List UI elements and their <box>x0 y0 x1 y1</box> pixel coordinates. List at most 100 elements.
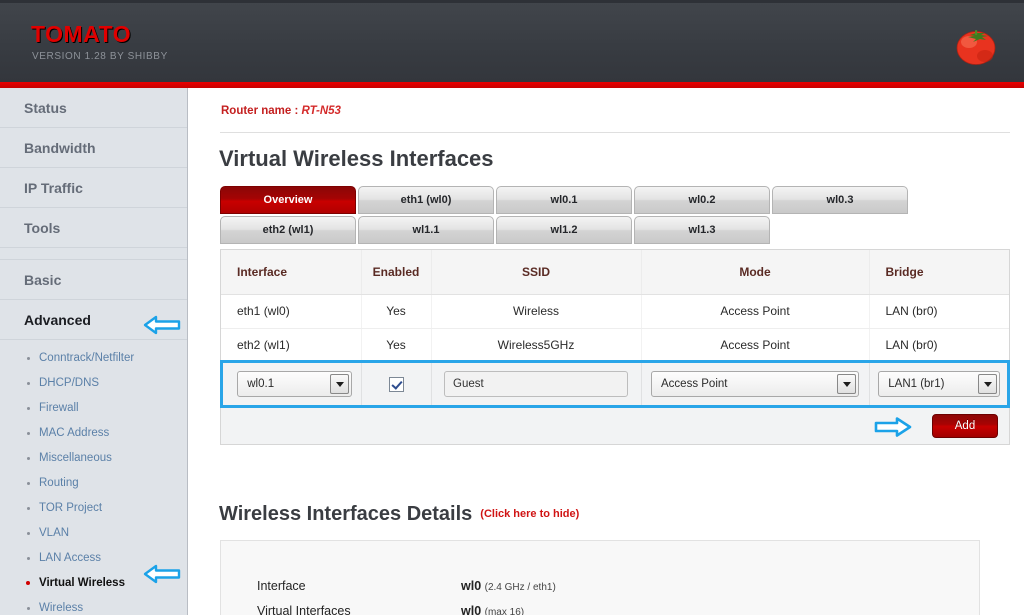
sidebar-item-firewall[interactable]: Firewall <box>0 396 187 421</box>
sidebar-item-label: Virtual Wireless <box>39 577 125 589</box>
left-arrow-icon-advanced <box>143 315 181 335</box>
tab-eth1-wl0[interactable]: eth1 (wl0) <box>358 186 494 214</box>
tab-wl0-2[interactable]: wl0.2 <box>634 186 770 214</box>
bridge-select[interactable]: LAN1 (br1) <box>878 371 1001 398</box>
column-header-ssid: SSID <box>431 250 642 295</box>
detail-value-note: (2.4 GHz / eth1) <box>484 582 556 593</box>
cell-interface-select: wl0.1 <box>221 362 362 406</box>
tab-label: wl0.3 <box>826 194 854 206</box>
mode-select-value: Access Point <box>661 378 728 391</box>
bullet-icon <box>27 557 30 560</box>
chevron-down-icon[interactable] <box>330 374 350 395</box>
bullet-icon <box>27 357 30 360</box>
tab-wl1-1[interactable]: wl1.1 <box>358 216 494 244</box>
cell-ssid: Wireless <box>431 294 642 329</box>
cell-mode-select: Access Point <box>641 362 870 406</box>
sidebar-item-tools[interactable]: Tools <box>0 208 187 248</box>
main-content: Router name : RT-N53 Virtual Wireless In… <box>189 88 1024 615</box>
tab-row-1: Overview eth1 (wl0) wl0.1 wl0.2 wl0.3 <box>220 186 1010 214</box>
sidebar-item-ip-traffic[interactable]: IP Traffic <box>0 168 187 208</box>
brand-title: TOMATO <box>31 21 132 47</box>
ssid-input[interactable] <box>444 371 628 398</box>
sidebar-item-label: IP Traffic <box>24 180 83 196</box>
sidebar-item-bandwidth[interactable]: Bandwidth <box>0 128 187 168</box>
tab-label: wl1.1 <box>412 224 440 236</box>
detail-value: wl0 (2.4 GHz / eth1) <box>461 579 556 593</box>
router-name-value: RT-N53 <box>301 105 341 117</box>
sidebar-divider <box>0 248 187 260</box>
tab-wl1-2[interactable]: wl1.2 <box>496 216 632 244</box>
sidebar-item-vlan[interactable]: VLAN <box>0 521 187 546</box>
tab-label: eth2 (wl1) <box>262 224 314 236</box>
sidebar-item-status[interactable]: Status <box>0 88 187 128</box>
bullet-icon <box>27 407 30 410</box>
tomato-icon <box>956 30 996 65</box>
virtual-wireless-table: Interface Enabled SSID Mode Bridge eth1 … <box>220 249 1010 407</box>
sidebar-item-label: Status <box>24 100 67 116</box>
mode-select[interactable]: Access Point <box>651 371 859 398</box>
cell-bridge: LAN (br0) <box>869 294 1009 329</box>
tab-wl1-3[interactable]: wl1.3 <box>634 216 770 244</box>
column-header-interface: Interface <box>221 250 362 295</box>
sidebar-item-routing[interactable]: Routing <box>0 471 187 496</box>
chevron-down-icon[interactable] <box>978 374 998 395</box>
sidebar-item-conntrack-netfilter[interactable]: Conntrack/Netfilter <box>0 346 187 371</box>
new-interface-row: wl0.1 Access Point <box>221 362 1009 406</box>
sidebar-item-wireless[interactable]: Wireless <box>0 596 187 615</box>
cell-interface: eth2 (wl1) <box>221 328 362 363</box>
app-header: TOMATO VERSION 1.28 BY SHIBBY <box>0 0 1024 82</box>
cell-bridge-select: LAN1 (br1) <box>869 362 1009 406</box>
table-row: eth2 (wl1) Yes Wireless5GHz Access Point… <box>221 328 1009 363</box>
sidebar-item-label: TOR Project <box>39 502 103 514</box>
cell-mode: Access Point <box>641 328 870 363</box>
sidebar-item-dhcp-dns[interactable]: DHCP/DNS <box>0 371 187 396</box>
tab-eth2-wl1[interactable]: eth2 (wl1) <box>220 216 356 244</box>
cell-bridge: LAN (br0) <box>869 328 1009 363</box>
interface-select[interactable]: wl0.1 <box>237 371 353 398</box>
content-divider <box>220 132 1010 133</box>
brand-version: VERSION 1.28 BY SHIBBY <box>32 51 168 62</box>
bullet-icon <box>26 581 30 585</box>
sidebar-item-label: Basic <box>24 272 62 288</box>
cell-enabled: Yes <box>361 294 432 329</box>
interface-tabs: Overview eth1 (wl0) wl0.1 wl0.2 wl0.3 et… <box>220 186 1010 246</box>
sidebar-item-label: Firewall <box>39 402 79 414</box>
chevron-down-icon[interactable] <box>837 374 856 395</box>
sidebar-item-label: Miscellaneous <box>39 452 112 464</box>
detail-value-text: wl0 <box>461 579 482 593</box>
left-arrow-icon-virtual-wireless <box>143 564 181 584</box>
bullet-icon <box>27 382 30 385</box>
details-title-text: Wireless Interfaces Details <box>219 503 473 525</box>
details-panel: Interface wl0 (2.4 GHz / eth1) Virtual I… <box>220 540 980 615</box>
tab-label: Overview <box>263 194 313 206</box>
tab-wl0-3[interactable]: wl0.3 <box>772 186 908 214</box>
bullet-icon <box>27 507 30 510</box>
tab-wl0-1[interactable]: wl0.1 <box>496 186 632 214</box>
column-header-mode: Mode <box>641 250 870 295</box>
cell-enabled: Yes <box>361 328 432 363</box>
detail-value-text: wl0 <box>461 604 482 615</box>
cell-mode: Access Point <box>641 294 870 329</box>
page-title: Virtual Wireless Interfaces <box>219 146 494 171</box>
sidebar-item-miscellaneous[interactable]: Miscellaneous <box>0 446 187 471</box>
add-button[interactable]: Add <box>932 414 998 438</box>
sidebar-item-tor-project[interactable]: TOR Project <box>0 496 187 521</box>
sidebar-item-basic[interactable]: Basic <box>0 260 187 300</box>
cell-enabled-checkbox <box>361 362 432 406</box>
detail-value: wl0 (max 16) <box>461 604 524 615</box>
sidebar-item-mac-address[interactable]: MAC Address <box>0 421 187 446</box>
detail-label: Virtual Interfaces <box>257 604 351 615</box>
tab-label: eth1 (wl0) <box>400 194 452 206</box>
tab-overview[interactable]: Overview <box>220 186 356 214</box>
right-arrow-icon-add <box>874 417 912 437</box>
details-toggle-link[interactable]: (Click here to hide) <box>480 508 579 520</box>
sidebar-item-label: Tools <box>24 220 61 236</box>
enabled-checkbox[interactable] <box>388 376 404 392</box>
add-action-bar: Add <box>220 408 1010 445</box>
detail-label: Interface <box>257 579 306 593</box>
sidebar-item-label: MAC Address <box>39 427 110 439</box>
detail-value-note: (max 16) <box>484 607 525 615</box>
router-name: Router name : RT-N53 <box>221 105 341 117</box>
bullet-icon <box>27 457 30 460</box>
tab-label: wl1.3 <box>688 224 716 236</box>
